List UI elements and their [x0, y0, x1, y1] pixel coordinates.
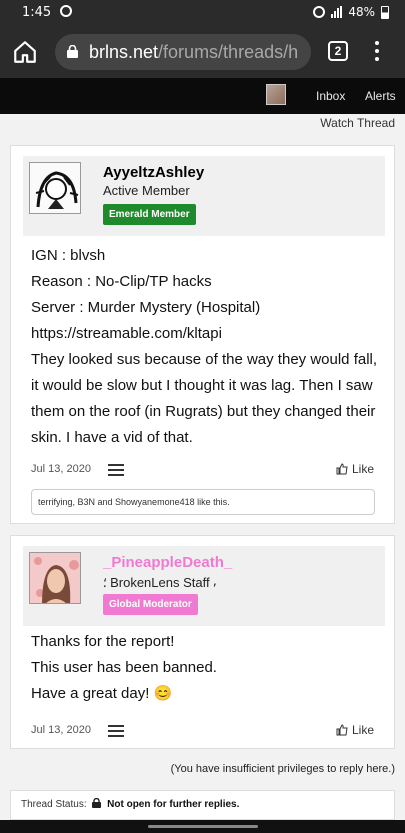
username[interactable]: AyyeltzAshley	[103, 164, 204, 181]
reply-permission-note: (You have insufficient privileges to rep…	[170, 763, 395, 775]
status-icons: 48%	[313, 5, 389, 19]
status-bar: 1:45 48%	[0, 0, 405, 26]
system-nav-bar	[0, 820, 405, 833]
signal-icon	[331, 6, 343, 18]
post-body: IGN : blvsh Reason : No-Clip/TP hacks Se…	[31, 243, 381, 451]
status-time: 1:45	[22, 5, 52, 20]
post-menu-icon[interactable]	[108, 725, 124, 737]
browser-toolbar: brlns.net/forums/threads/h 2	[0, 26, 405, 78]
like-button[interactable]: Like	[336, 723, 374, 737]
url-path: /forums/threads/h	[158, 42, 299, 62]
post-line: Have a great day! 😊	[31, 685, 173, 702]
alerts-link[interactable]: Alerts	[365, 89, 396, 103]
post-link[interactable]: https://streamable.com/kltapi	[31, 321, 381, 347]
thread-status-value: Not open for further replies.	[107, 799, 240, 810]
watch-thread-link[interactable]: Watch Thread	[320, 116, 395, 130]
lock-icon	[67, 45, 78, 58]
browser-menu-icon[interactable]	[372, 41, 382, 63]
thread-status-label: Thread Status:	[21, 799, 87, 810]
settings-notification-icon	[60, 5, 72, 17]
tab-switcher-button[interactable]: 2	[328, 41, 348, 61]
site-nav: Inbox Alerts	[0, 78, 405, 114]
thread-status: Thread Status: Not open for further repl…	[10, 790, 395, 820]
lock-icon	[92, 797, 102, 808]
avatar[interactable]	[29, 162, 81, 214]
post-line: They looked sus because of the way they …	[31, 351, 378, 446]
user-title: ⸵ BrokenLens Staff ⸴	[103, 575, 217, 590]
battery-icon	[381, 5, 389, 19]
user-avatar-small[interactable]	[266, 84, 286, 105]
battery-percent: 48%	[348, 5, 375, 19]
username[interactable]: _PineappleDeath_	[103, 554, 232, 571]
likes-summary[interactable]: terrifying, B3N and Showyanemone418 like…	[31, 489, 375, 515]
like-label: Like	[351, 462, 374, 476]
post-date[interactable]: Jul 13, 2020	[31, 724, 91, 736]
like-button[interactable]: Like	[336, 462, 374, 476]
post-line: This user has been banned.	[31, 659, 217, 676]
address-bar[interactable]: brlns.net/forums/threads/h	[55, 34, 311, 70]
user-badge: Emerald Member	[103, 204, 196, 225]
avatar[interactable]	[29, 552, 81, 604]
post-user-block: _PineappleDeath_ ⸵ BrokenLens Staff ⸴ Gl…	[23, 546, 385, 626]
thumbs-up-icon	[336, 724, 348, 736]
post-user-block: AyyeltzAshley Active Member Emerald Memb…	[23, 156, 385, 236]
user-badge: Global Moderator	[103, 594, 198, 615]
home-icon[interactable]	[12, 39, 38, 65]
thumbs-up-icon	[336, 463, 348, 475]
post-body: Thanks for the report! This user has bee…	[31, 629, 381, 707]
post-line: IGN : blvsh	[31, 247, 106, 264]
inbox-link[interactable]: Inbox	[316, 89, 345, 103]
post-line: Thanks for the report!	[31, 633, 175, 650]
post-line: Reason : No-Clip/TP hacks	[31, 273, 212, 290]
alarm-icon	[313, 6, 326, 18]
post: _PineappleDeath_ ⸵ BrokenLens Staff ⸴ Gl…	[10, 535, 395, 749]
post-line: Server : Murder Mystery (Hospital)	[31, 299, 261, 316]
like-label: Like	[351, 723, 374, 737]
url-host: brlns.net	[89, 42, 159, 62]
post-date[interactable]: Jul 13, 2020	[31, 463, 91, 475]
home-gesture-bar[interactable]	[148, 825, 258, 828]
post: AyyeltzAshley Active Member Emerald Memb…	[10, 145, 395, 524]
user-title: Active Member	[103, 183, 190, 198]
post-menu-icon[interactable]	[108, 464, 124, 476]
